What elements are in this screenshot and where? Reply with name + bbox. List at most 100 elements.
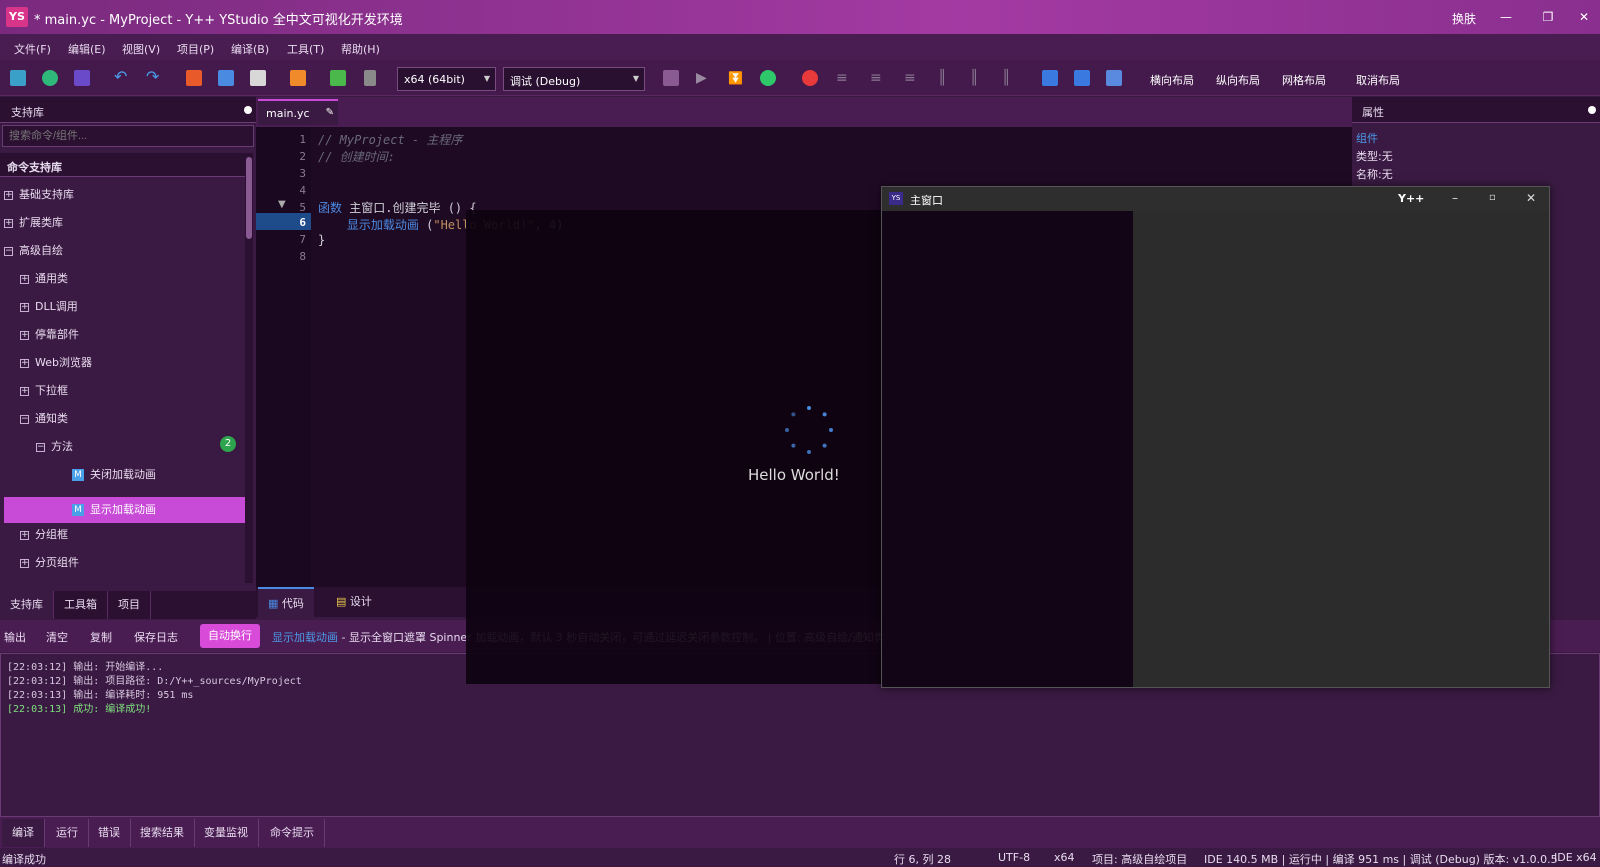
library-panel: 支持库 命令支持库 +基础支持库 +扩展类库 −高级自绘 +通用类 +DLL调用…	[0, 97, 256, 619]
minimize-icon[interactable]: —	[1488, 6, 1524, 28]
align-top-icon[interactable]: ║	[938, 70, 954, 86]
vertical-layout-button[interactable]: 纵向布局	[1216, 72, 1260, 88]
pin-icon[interactable]	[1588, 106, 1596, 114]
same-size-icon[interactable]	[1106, 70, 1122, 86]
expand-icon[interactable]: +	[20, 530, 29, 540]
output-button[interactable]: 输出	[4, 629, 26, 645]
run-icon[interactable]: ▶	[696, 70, 712, 86]
copy-icon[interactable]	[218, 70, 234, 86]
tree-item[interactable]: + Web浏览器	[20, 351, 92, 375]
tree-item[interactable]: + 扩展类库	[4, 211, 63, 235]
tab-search-results[interactable]: 搜索结果	[130, 819, 195, 847]
config-select[interactable]: 调试 (Debug) ▼	[503, 67, 645, 91]
align-bottom-icon[interactable]: ║	[1002, 70, 1018, 86]
tree-item[interactable]: − 方法	[36, 435, 73, 459]
menu-edit[interactable]: 编辑(E)	[68, 41, 106, 57]
fold-icon[interactable]: ▼	[278, 199, 286, 210]
tab-compile[interactable]: 编译	[2, 819, 45, 847]
breakpoint-icon[interactable]	[802, 70, 818, 86]
step-icon[interactable]: ⏬	[728, 70, 744, 86]
menu-tools[interactable]: 工具(T)	[287, 41, 324, 57]
open-icon[interactable]	[42, 70, 58, 86]
grid-layout-button[interactable]: 网格布局	[1282, 72, 1326, 88]
align-right-icon[interactable]: ≡	[904, 70, 920, 86]
methods-count-badge: 2	[220, 436, 236, 452]
tab-design[interactable]: ▤ 设计	[326, 587, 382, 617]
expand-icon[interactable]: +	[4, 218, 13, 228]
minimize-icon[interactable]: –	[1452, 191, 1458, 205]
clean-icon[interactable]	[364, 70, 376, 86]
expand-icon[interactable]: +	[20, 386, 29, 396]
align-center-icon[interactable]: ≡	[870, 70, 886, 86]
layers-icon[interactable]	[10, 70, 26, 86]
same-height-icon[interactable]	[1074, 70, 1090, 86]
expand-icon[interactable]: +	[20, 558, 29, 568]
autowrap-toggle[interactable]: 自动换行	[200, 624, 260, 648]
tree-item-method[interactable]: M 关闭加载动画	[72, 463, 156, 487]
dll-icon[interactable]	[330, 70, 346, 86]
pin-icon[interactable]	[244, 106, 252, 114]
align-left-icon[interactable]: ≡	[836, 70, 852, 86]
copy-button[interactable]: 复制	[90, 629, 112, 645]
menu-build[interactable]: 编译(B)	[231, 41, 269, 57]
tab-toolbox[interactable]: 工具箱	[54, 591, 108, 619]
compile-icon[interactable]	[663, 70, 679, 86]
menu-project[interactable]: 项目(P)	[177, 41, 214, 57]
maximize-icon[interactable]: ▫	[1489, 192, 1496, 203]
redo-icon[interactable]: ↷	[146, 69, 162, 86]
app-window-titlebar[interactable]: YS 主窗口 Y++ – ▫ ✕	[882, 187, 1549, 211]
menu-view[interactable]: 视图(V)	[122, 41, 160, 57]
horizontal-layout-button[interactable]: 横向布局	[1150, 72, 1194, 88]
expand-icon[interactable]: +	[20, 274, 29, 284]
tree-item[interactable]: − 通知类	[20, 407, 68, 431]
tree-item[interactable]: + 停靠部件	[20, 323, 79, 347]
pause-icon[interactable]	[760, 70, 776, 86]
tree-item[interactable]: + DLL调用	[20, 295, 78, 319]
cut-icon[interactable]	[186, 70, 202, 86]
save-icon[interactable]	[74, 70, 90, 86]
save-log-button[interactable]: 保存日志	[134, 629, 178, 645]
platform-select[interactable]: x64 (64bit) ▼	[397, 67, 496, 91]
tab-watch[interactable]: 变量监视	[194, 819, 259, 847]
tree-item-method-selected[interactable]: M 显示加载动画	[72, 498, 156, 522]
tree-item[interactable]: + 通用类	[20, 267, 68, 291]
build-icon[interactable]	[290, 70, 306, 86]
expand-icon[interactable]: +	[20, 330, 29, 340]
clear-button[interactable]: 清空	[46, 629, 68, 645]
hint-link[interactable]: 显示加载动画	[272, 631, 338, 644]
align-middle-icon[interactable]: ║	[970, 70, 986, 86]
paste-icon[interactable]	[250, 70, 266, 86]
maximize-icon[interactable]: ❐	[1530, 6, 1566, 28]
skin-button[interactable]: 换肤	[1452, 10, 1476, 27]
close-icon[interactable]: ✕	[1526, 191, 1536, 205]
close-icon[interactable]: ✕	[1566, 6, 1600, 28]
cancel-layout-button[interactable]: 取消布局	[1356, 72, 1400, 88]
tab-library[interactable]: 支持库	[0, 591, 54, 619]
tree-item[interactable]: + 基础支持库	[4, 183, 74, 207]
line-number: 4	[299, 184, 306, 197]
command-library-header: 命令支持库	[0, 153, 245, 177]
tree-item[interactable]: + 下拉框	[20, 379, 68, 403]
expand-icon[interactable]: +	[20, 358, 29, 368]
library-search-input[interactable]	[2, 125, 254, 147]
collapse-icon[interactable]: −	[4, 246, 13, 256]
same-width-icon[interactable]	[1042, 70, 1058, 86]
expand-icon[interactable]: +	[4, 190, 13, 200]
library-scrollbar-thumb[interactable]	[246, 157, 252, 239]
menu-help[interactable]: 帮助(H)	[341, 41, 380, 57]
tab-run[interactable]: 运行	[46, 819, 89, 847]
log-line: [22:03:12] 输出: 项目路径: D:/Y++_sources/MyPr…	[7, 676, 302, 687]
menu-file[interactable]: 文件(F)	[14, 41, 51, 57]
tree-item[interactable]: + 分组框	[20, 523, 68, 547]
tab-main-yc[interactable]: main.yc ✎	[258, 99, 338, 125]
tab-command-hint[interactable]: 命令提示	[260, 819, 325, 847]
tree-item[interactable]: − 高级自绘	[4, 239, 63, 263]
undo-icon[interactable]: ↶	[114, 69, 130, 86]
tab-project[interactable]: 项目	[108, 591, 151, 619]
tab-code[interactable]: ▦ 代码	[258, 587, 314, 617]
tree-item[interactable]: + 分页组件	[20, 551, 79, 575]
expand-icon[interactable]: +	[20, 302, 29, 312]
tab-errors[interactable]: 错误	[88, 819, 131, 847]
collapse-icon[interactable]: −	[36, 442, 45, 452]
collapse-icon[interactable]: −	[20, 414, 29, 424]
